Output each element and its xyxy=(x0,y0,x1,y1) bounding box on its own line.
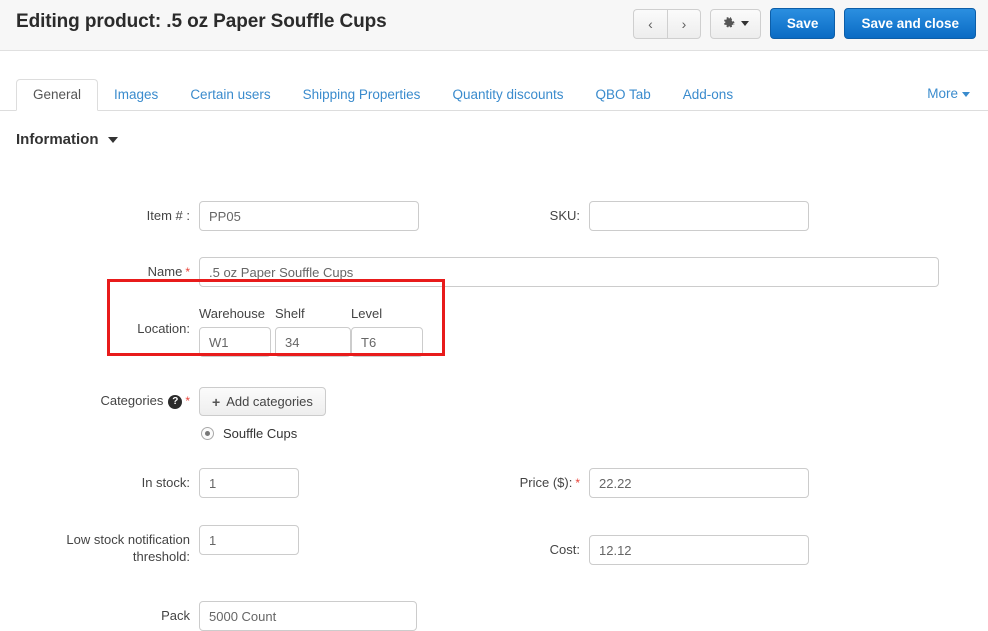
tab-qbo[interactable]: QBO Tab xyxy=(580,80,667,111)
save-and-close-button[interactable]: Save and close xyxy=(844,8,976,39)
chevron-down-icon[interactable] xyxy=(107,136,118,143)
tab-images[interactable]: Images xyxy=(98,80,174,111)
field-item-number: Item # : xyxy=(0,201,419,231)
header-actions: ‹ › Save Save and close xyxy=(632,8,976,39)
tab-certain-users[interactable]: Certain users xyxy=(174,80,286,111)
previous-record-button[interactable]: ‹ xyxy=(632,8,667,39)
price-label-text: Price ($): xyxy=(519,475,573,490)
gear-icon xyxy=(723,16,735,27)
sku-label: SKU: xyxy=(549,208,580,223)
pack-label: Pack xyxy=(161,608,190,623)
plus-icon: + xyxy=(212,393,221,410)
tab-bar: General Images Certain users Shipping Pr… xyxy=(0,73,988,111)
categories-label: Categories? * xyxy=(0,387,190,410)
field-low-stock-threshold: Low stock notification threshold: xyxy=(0,525,299,565)
information-section-title: Information xyxy=(16,131,99,148)
name-required-marker: * xyxy=(185,265,190,279)
shelf-input[interactable] xyxy=(275,327,351,357)
name-label-text: Name xyxy=(147,264,183,279)
category-radio[interactable] xyxy=(201,427,214,440)
field-name: Name * xyxy=(0,257,939,287)
categories-required-marker: * xyxy=(185,394,190,408)
warehouse-input[interactable] xyxy=(199,327,271,357)
low-stock-threshold-label: Low stock notification threshold: xyxy=(0,525,190,565)
low-stock-threshold-input[interactable] xyxy=(199,525,299,555)
add-categories-label: Add categories xyxy=(226,394,313,409)
field-in-stock: In stock: xyxy=(0,468,299,498)
pack-input[interactable] xyxy=(199,601,417,631)
location-label: Location: xyxy=(137,321,190,336)
field-pack: Pack xyxy=(0,601,417,631)
chevron-down-icon xyxy=(740,21,749,26)
warehouse-column-label: Warehouse xyxy=(199,306,265,321)
category-list-item[interactable]: Souffle Cups xyxy=(201,426,326,441)
in-stock-input[interactable] xyxy=(199,468,299,498)
field-location: Location: Warehouse Shelf Level xyxy=(0,306,423,357)
chevron-right-icon: › xyxy=(681,15,687,32)
record-nav-group: ‹ › xyxy=(632,8,701,39)
price-label: Price ($): * xyxy=(430,468,580,492)
price-required-marker: * xyxy=(575,476,580,490)
category-name: Souffle Cups xyxy=(223,426,298,441)
more-tabs-dropdown[interactable]: More xyxy=(927,86,970,101)
cost-label: Cost: xyxy=(549,542,580,557)
shelf-column-label: Shelf xyxy=(275,306,305,321)
radio-dot-icon xyxy=(205,431,210,436)
field-price: Price ($): * xyxy=(430,468,809,498)
categories-label-text: Categories xyxy=(100,393,164,408)
tab-general[interactable]: General xyxy=(16,78,99,111)
categories-control: + Add categories Souffle Cups xyxy=(199,387,326,441)
chevron-left-icon: ‹ xyxy=(648,15,653,32)
sku-input[interactable] xyxy=(589,201,809,231)
help-icon[interactable]: ? xyxy=(168,394,183,409)
chevron-down-icon xyxy=(962,92,970,97)
add-categories-button[interactable]: + Add categories xyxy=(199,387,326,416)
save-button[interactable]: Save xyxy=(769,8,836,39)
more-tabs-label: More xyxy=(927,86,958,101)
name-input[interactable] xyxy=(199,257,939,287)
low-stock-threshold-label-line1: Low stock notification xyxy=(66,532,190,547)
level-column-label: Level xyxy=(351,306,383,321)
tab-shipping-properties[interactable]: Shipping Properties xyxy=(287,80,437,111)
field-categories: Categories? * + Add categories Souffle Cu… xyxy=(0,387,326,441)
page-header: Editing product: .5 oz Paper Souffle Cup… xyxy=(0,0,988,51)
tab-add-ons[interactable]: Add-ons xyxy=(667,80,749,111)
low-stock-threshold-label-line2: threshold: xyxy=(132,549,190,564)
item-number-label: Item # : xyxy=(146,208,190,223)
page-title: Editing product: .5 oz Paper Souffle Cup… xyxy=(16,11,387,32)
tab-quantity-discounts[interactable]: Quantity discounts xyxy=(436,80,579,111)
next-record-button[interactable]: › xyxy=(666,8,701,39)
field-sku: SKU: xyxy=(430,201,809,231)
price-input[interactable] xyxy=(589,468,809,498)
field-cost: Cost: xyxy=(430,535,809,565)
cost-input[interactable] xyxy=(589,535,809,565)
settings-dropdown-button[interactable] xyxy=(709,8,761,39)
name-label: Name * xyxy=(0,257,190,281)
item-number-input[interactable] xyxy=(199,201,419,231)
tab-list: General Images Certain users Shipping Pr… xyxy=(16,73,988,111)
in-stock-label: In stock: xyxy=(141,475,190,490)
information-section-header[interactable]: Information xyxy=(16,131,988,148)
level-input[interactable] xyxy=(351,327,423,357)
product-edit-page: Editing product: .5 oz Paper Souffle Cup… xyxy=(0,0,988,631)
